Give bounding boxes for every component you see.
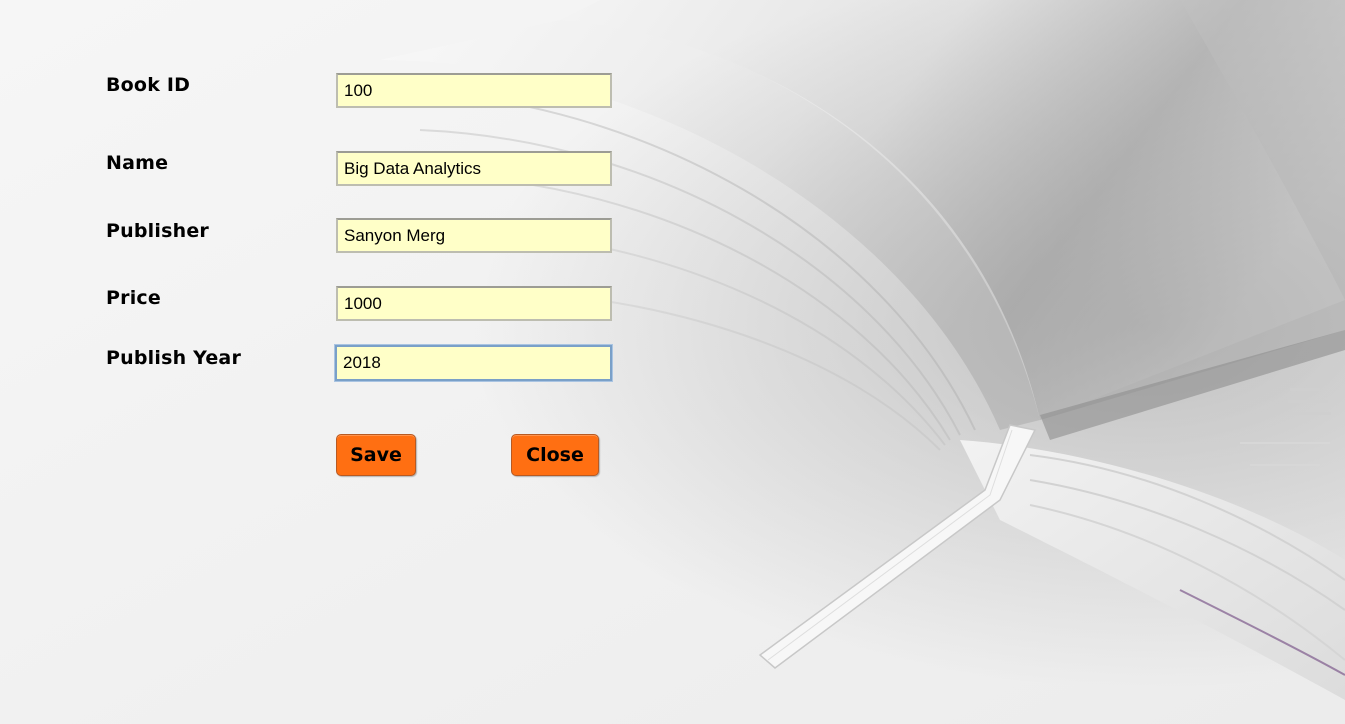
book-id-field[interactable] — [336, 73, 612, 108]
publish-year-label: Publish Year — [106, 347, 242, 369]
price-field[interactable] — [336, 286, 612, 321]
save-button[interactable]: Save — [336, 434, 416, 476]
price-label: Price — [106, 287, 161, 309]
publish-year-field[interactable] — [335, 345, 612, 381]
close-button[interactable]: Close — [511, 434, 599, 476]
book-entry-form: Book ID Name Publisher Price Publish Yea… — [0, 0, 1345, 724]
book-id-label: Book ID — [106, 74, 191, 96]
publisher-label: Publisher — [106, 220, 209, 242]
name-label: Name — [106, 152, 169, 174]
name-field[interactable] — [336, 151, 612, 186]
publisher-field[interactable] — [336, 218, 612, 253]
